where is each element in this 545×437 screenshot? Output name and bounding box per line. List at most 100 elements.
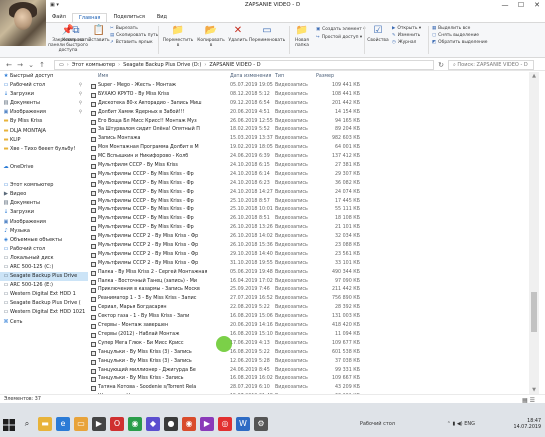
address-bar[interactable]: ▭ › Этот компьютер › Seagate Backup Plus Dri… [54, 60, 434, 70]
edge-icon[interactable]: e [56, 417, 70, 431]
copy-button[interactable]: ⧉ Копировать [62, 25, 90, 43]
invert-selection-button[interactable]: ◩ Обратить выделение [432, 40, 487, 46]
media-player-icon[interactable]: ▶ [92, 417, 106, 431]
nav-item[interactable]: ▣Изображения ⚲ [0, 108, 88, 117]
file-row[interactable]: Мультфилмы СССР - By Miss Kriss - Фр 25.1… [88, 206, 529, 215]
open-button[interactable]: ▶ Открыть ▾ [392, 26, 421, 32]
nav-item[interactable]: ◈ Объемные объекты [0, 236, 88, 245]
nav-item[interactable]: ▭Seagate Backup Plus Drive [0, 272, 88, 282]
nav-item[interactable]: ▬DLJA MONTAJA [0, 127, 88, 136]
file-row[interactable]: Моя Монтажная Программа Долбит в М 19.02.… [88, 144, 529, 153]
nav-item[interactable]: ▬Хве - Тихо бееет бульбу! [0, 145, 88, 154]
column-header-name[interactable]: Имя [98, 72, 108, 82]
rename-button[interactable]: ▭ Переименовать [248, 25, 286, 43]
copy-to-button[interactable]: 📂 Копировать в [196, 25, 226, 48]
tab-view[interactable]: Вид [151, 13, 173, 22]
file-row[interactable]: Сектор газа - 1 - By Miss Kriss - Запи 16… [88, 313, 529, 322]
file-row[interactable]: Палка - By Miss Kriss 2 - Сергей Монтажн… [88, 269, 529, 278]
nav-item[interactable]: ▭ARC 500-125 (C:) [0, 263, 88, 272]
column-header-date[interactable]: Дата изменения [230, 72, 271, 82]
file-row[interactable]: Мультфилмы СССР 2 - By Miss Kriss - Фр 31… [88, 260, 529, 269]
app-icon[interactable]: ◆ [146, 417, 160, 431]
delete-button[interactable]: ✕ Удалить [228, 25, 248, 43]
recorder-icon[interactable]: ◉ [182, 417, 196, 431]
nav-item[interactable]: ☁OneDrive [0, 163, 88, 172]
windows-start-icon[interactable] [2, 418, 16, 432]
move-to-button[interactable]: 📁 Переместить в [162, 25, 194, 48]
properties-button[interactable]: ☑ Свойства [367, 25, 389, 43]
file-row[interactable]: Мультфилмы СССР 2 - By Miss Kriss - Фр 26… [88, 242, 529, 251]
clock[interactable]: 18:47 14.07.2019 [514, 419, 541, 431]
paste-button[interactable]: 📋 Вставить [88, 25, 110, 43]
file-row[interactable]: Танцульки - By Miss Kriss (3) - Запись 16… [88, 349, 529, 358]
nav-item[interactable]: ▬By Miss Kriss [0, 117, 88, 126]
file-row[interactable]: Супер Мега Глюк - Би Мисс Крисс 17.06.201… [88, 340, 529, 349]
nav-item[interactable]: ★ Быстрый доступ [0, 72, 88, 81]
breadcrumb-drive[interactable]: Seagate Backup Plus Drive (D:) [123, 62, 201, 68]
cut-button[interactable]: ✂ Вырезать [110, 26, 138, 32]
maximize-button[interactable]: ☐ [513, 0, 529, 11]
scrollbar-thumb[interactable] [531, 292, 537, 332]
file-row[interactable]: Реаниматор 1 - 3 - By Miss Kriss - Запис… [88, 295, 529, 304]
file-row[interactable]: Татяна Котова - Soodenie s/Torrent Rela 2… [88, 384, 529, 393]
paste-shortcut-button[interactable]: ↗ Вставить ярлык [110, 40, 153, 46]
copy-path-button[interactable]: ▤ Скопировать путь [110, 33, 158, 39]
file-row[interactable]: Дискотека 80-х Авторадио - Запись Миш 09.… [88, 100, 529, 109]
nav-item[interactable]: ↓ Загрузки [0, 208, 88, 217]
nav-item[interactable]: ▬KLIP [0, 136, 88, 145]
file-row[interactable]: Стервы - Монтаж завершен 20.06.2019 14:16… [88, 322, 529, 331]
file-row[interactable]: Танцующий миллионер - Джигурда Бе 24.06.2… [88, 367, 529, 376]
select-none-button[interactable]: ▢ Снять выделение [432, 33, 479, 39]
column-header-type[interactable]: Тип [275, 72, 284, 82]
file-row[interactable]: БУХАЮ КРУТО - By Miss Kriss 08.12.2018 5:… [88, 91, 529, 100]
nav-item[interactable]: ▭Этот компьютер [0, 181, 88, 190]
history-button[interactable]: ◷ Журнал [392, 40, 416, 46]
select-all-button[interactable]: ▦ Выделить все [432, 26, 470, 32]
scroll-down-icon[interactable]: ▼ [529, 386, 539, 394]
word-icon[interactable]: W [236, 417, 250, 431]
tab-file[interactable]: Файл [46, 13, 72, 22]
breadcrumb-this-pc[interactable]: Этот компьютер [72, 62, 115, 68]
explorer-icon[interactable]: ▬ [38, 417, 52, 431]
settings-icon[interactable]: ⚙ [254, 417, 268, 431]
file-row[interactable]: Палка - Восточный Танец (запись) - Ми 16.… [88, 278, 529, 287]
player-icon[interactable]: ▶ [200, 417, 214, 431]
breadcrumb-folder[interactable]: ZAPSANIE VIDEO - D [209, 62, 260, 68]
nav-item[interactable]: ▭Western Digital Ext HDD 1 [0, 290, 88, 299]
file-row[interactable]: Приключения в казармы - Запись Москв 25.0… [88, 286, 529, 295]
nav-item[interactable]: ▤Документы ⚲ [0, 99, 88, 108]
search-input[interactable]: ⌕ Поиск: ZAPSANIE VIDEO - D [448, 60, 534, 70]
search-icon[interactable]: ⌕ [20, 417, 34, 431]
nav-item[interactable]: ▭ARC 500-126 (E:) [0, 281, 88, 290]
record-icon[interactable]: ◎ [218, 417, 232, 431]
nav-item[interactable]: ▤Документы [0, 199, 88, 208]
camera-icon[interactable]: ● [164, 417, 178, 431]
file-row[interactable]: Super - Mego - Жесть - Монтаж 05.07.2019 … [88, 82, 529, 91]
nav-item[interactable]: ▭Seagate Backup Plus Drive ( [0, 299, 88, 308]
file-row[interactable]: МС Вспышкин и Никифорово - Колб 24.06.201… [88, 153, 529, 162]
edit-button[interactable]: ✎ Изменить [392, 33, 420, 39]
scroll-up-icon[interactable]: ▲ [529, 72, 539, 80]
nav-item[interactable]: ↓ Загрузки ⚲ [0, 90, 88, 99]
up-arrow-icon[interactable]: ↑ [37, 60, 47, 70]
file-row[interactable]: Танцульки - By Miss Kriss (3) - Запись 12… [88, 358, 529, 367]
file-row[interactable]: Стервы (2012) - Наблай Монтаж 16.08.2019 … [88, 331, 529, 340]
nav-item[interactable]: ♪ Музыка [0, 227, 88, 236]
file-row[interactable]: Мультфилмы СССР 2 - By Miss Kriss - Фр 29… [88, 251, 529, 260]
opera-icon[interactable]: O [110, 417, 124, 431]
recent-chevron-icon[interactable]: ⌄ [26, 60, 36, 70]
tab-home[interactable]: Главная [71, 13, 108, 22]
file-row[interactable]: Мультфилмы СССР - By Miss Kriss - Фр 25.1… [88, 198, 529, 207]
file-row[interactable]: Его Воща Бл Мисс Крисс!! Монтаж Муз 26.06… [88, 118, 529, 127]
nav-item[interactable]: ⌘Сеть [0, 318, 88, 327]
easy-access-button[interactable]: ↪ Простой доступ ▾ [316, 35, 362, 41]
refresh-icon[interactable]: ↻ [436, 60, 446, 70]
file-row[interactable]: За Штурвалом сидит Олёна! Опятный П 18.02… [88, 126, 529, 135]
column-header-size[interactable]: Размер [316, 72, 334, 82]
chrome-icon[interactable]: ◉ [128, 417, 142, 431]
file-row[interactable]: Мультфилмы СССР - By Miss Kriss - Фр 26.1… [88, 215, 529, 224]
close-button[interactable]: ✕ [529, 0, 545, 11]
file-row[interactable]: Мультфилмы СССР 2 - By Miss Kriss - Фр 26… [88, 233, 529, 242]
file-row[interactable]: Сериал, Марья Богдасарян 22.08.2019 5:22 В… [88, 304, 529, 313]
nav-item[interactable]: ▭Western Digital Ext HDD 1021 [0, 308, 88, 317]
